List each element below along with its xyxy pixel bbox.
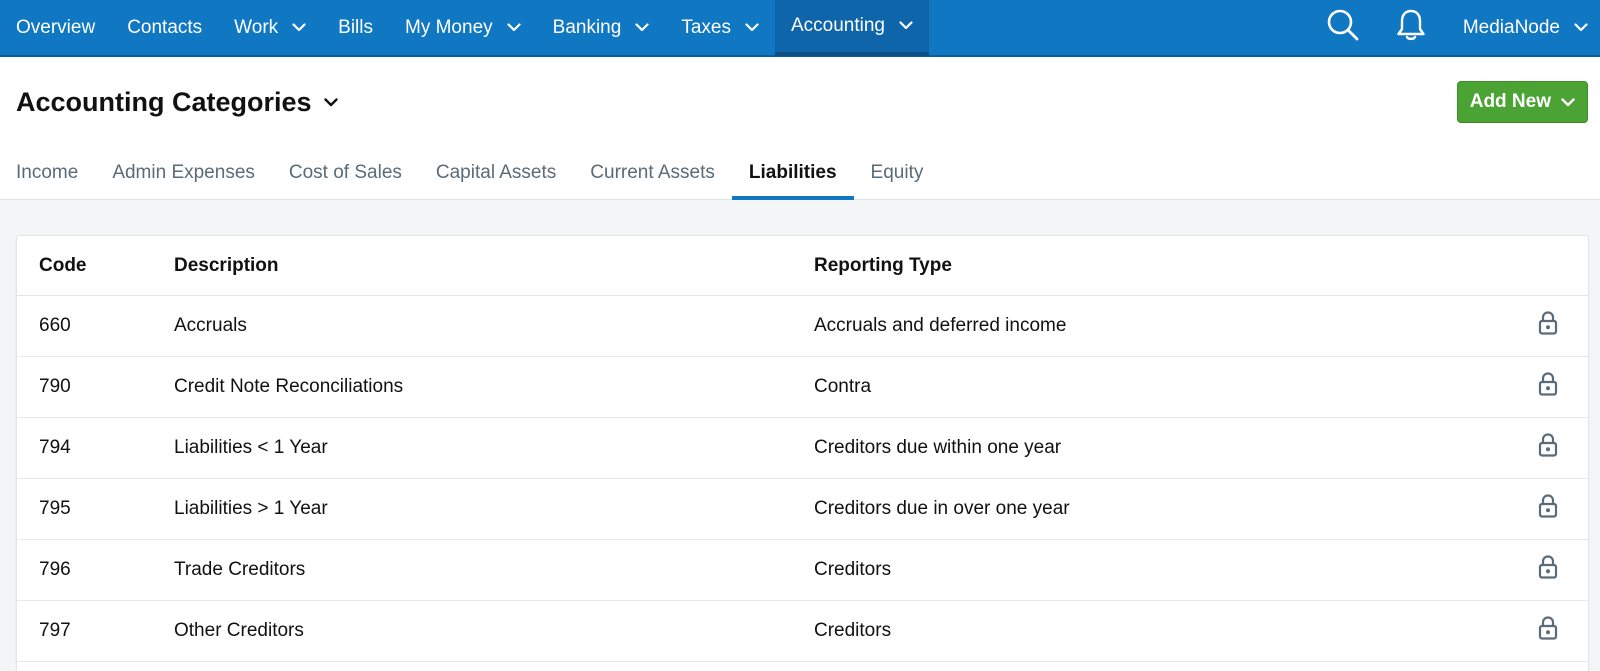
- nav-item-label: Contacts: [127, 16, 203, 38]
- cell-description: Trade Creditors: [174, 559, 306, 580]
- cell-reporting-type: Creditors: [814, 559, 892, 580]
- nav-item-bills[interactable]: Bills: [322, 0, 389, 55]
- add-new-button[interactable]: Add New: [1456, 81, 1588, 123]
- table-row[interactable]: 796 Trade Creditors Creditors: [17, 540, 1588, 601]
- cell-description: Other Creditors: [174, 620, 304, 641]
- lock-icon: [1538, 494, 1558, 524]
- table-row[interactable]: 795 Liabilities > 1 Year Creditors due i…: [17, 479, 1588, 540]
- nav-item-label: Work: [234, 16, 279, 38]
- nav-right-group: MediaNode: [1309, 0, 1600, 55]
- nav-item-label: Overview: [16, 16, 96, 38]
- nav-item-my-money[interactable]: My Money: [389, 0, 537, 55]
- cell-reporting-type: Contra: [814, 376, 872, 397]
- page-header: Accounting Categories Add New Income Adm…: [0, 57, 1600, 200]
- table-row[interactable]: 794 Liabilities < 1 Year Creditors due w…: [17, 418, 1588, 479]
- page-title: Accounting Categories: [16, 87, 312, 117]
- tab-income[interactable]: Income: [0, 145, 95, 200]
- cell-code: 797: [39, 620, 71, 641]
- cell-reporting-type: Accruals and deferred income: [814, 315, 1067, 336]
- nav-item-accounting[interactable]: Accounting: [774, 0, 929, 56]
- cell-code: 790: [39, 376, 71, 397]
- tab-cost-of-sales[interactable]: Cost of Sales: [272, 145, 419, 200]
- table-row[interactable]: 797 Other Creditors Creditors: [17, 601, 1588, 662]
- nav-item-taxes[interactable]: Taxes: [665, 0, 775, 55]
- tab-capital-assets[interactable]: Capital Assets: [419, 145, 573, 200]
- tab-current-assets[interactable]: Current Assets: [573, 145, 732, 200]
- search-icon: [1326, 8, 1360, 47]
- cell-code: 794: [39, 437, 71, 458]
- user-menu[interactable]: MediaNode: [1445, 17, 1600, 39]
- categories-table: Code Description Reporting Type 660 Accr…: [16, 235, 1589, 671]
- search-button[interactable]: [1309, 0, 1377, 55]
- cell-description: Credit Note Reconciliations: [174, 376, 404, 397]
- nav-item-work[interactable]: Work: [218, 0, 322, 55]
- chevron-down-icon: [1561, 97, 1575, 107]
- nav-item-banking[interactable]: Banking: [537, 0, 666, 55]
- add-new-label: Add New: [1469, 91, 1551, 112]
- cell-description: Accruals: [174, 315, 247, 336]
- nav-item-label: My Money: [405, 16, 493, 38]
- nav-item-contacts[interactable]: Contacts: [111, 0, 218, 55]
- chevron-down-icon: [292, 23, 306, 32]
- chevron-down-icon: [899, 21, 913, 30]
- cell-reporting-type: Creditors: [814, 620, 892, 641]
- chevron-down-icon: [745, 23, 759, 32]
- lock-icon: [1538, 555, 1558, 585]
- nav-item-label: Bills: [338, 16, 373, 38]
- lock-icon: [1538, 311, 1558, 341]
- cell-code: 660: [39, 315, 71, 336]
- cell-code: 795: [39, 498, 71, 519]
- nav-item-label: Taxes: [681, 16, 731, 38]
- bell-icon: [1395, 8, 1427, 47]
- chevron-down-icon: [507, 23, 521, 32]
- tab-liabilities[interactable]: Liabilities: [731, 145, 854, 200]
- cell-reporting-type: Creditors due within one year: [814, 437, 1062, 458]
- header-description: Description: [174, 254, 279, 276]
- notifications-button[interactable]: [1377, 0, 1445, 55]
- nav-item-label: Accounting: [790, 14, 885, 36]
- cell-description: Liabilities < 1 Year: [174, 437, 328, 458]
- header-reporting-type: Reporting Type: [814, 254, 952, 276]
- cell-description: Liabilities > 1 Year: [174, 498, 328, 519]
- chevron-down-icon: [323, 98, 338, 107]
- top-navigation: Overview Contacts Work Bills My Money Ba…: [0, 0, 1600, 57]
- chevron-down-icon: [1574, 23, 1588, 32]
- tab-equity[interactable]: Equity: [854, 145, 941, 200]
- header-code: Code: [39, 254, 87, 276]
- table-row[interactable]: 660 Accruals Accruals and deferred incom…: [17, 296, 1588, 357]
- cell-reporting-type: Creditors due in over one year: [814, 498, 1070, 519]
- category-tabs: Income Admin Expenses Cost of Sales Capi…: [0, 145, 940, 200]
- lock-icon: [1538, 433, 1558, 463]
- table-row[interactable]: 790 Credit Note Reconciliations Contra: [17, 357, 1588, 418]
- page-title-dropdown[interactable]: Accounting Categories: [16, 87, 338, 118]
- lock-icon: [1538, 616, 1558, 646]
- user-name: MediaNode: [1462, 16, 1560, 38]
- nav-item-overview[interactable]: Overview: [0, 0, 111, 55]
- chevron-down-icon: [635, 23, 649, 32]
- nav-item-label: Banking: [552, 16, 622, 38]
- lock-icon: [1538, 372, 1558, 402]
- table-header: Code Description Reporting Type: [17, 236, 1588, 296]
- tab-admin-expenses[interactable]: Admin Expenses: [95, 145, 272, 200]
- cell-code: 796: [39, 559, 71, 580]
